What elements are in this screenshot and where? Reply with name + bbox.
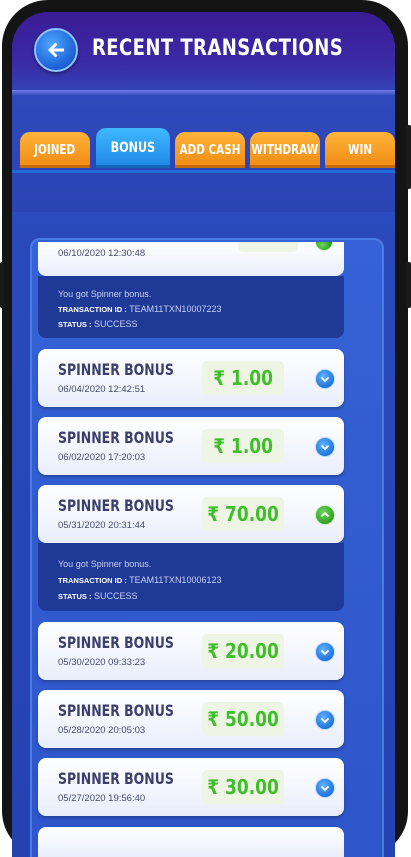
transaction-date: 05/28/2020 20:05:03: [58, 725, 146, 736]
transaction-details: You got Spinner bonus. TRANSACTION ID : …: [38, 543, 344, 611]
transaction-name: SPINNER BONUS: [58, 360, 174, 379]
transaction-name: SPINNER BONUS: [58, 496, 174, 515]
transaction-name: SPINNER BONUS: [58, 701, 174, 720]
expand-button[interactable]: [315, 778, 335, 798]
transaction-date: 05/31/2020 20:31:44: [58, 520, 146, 531]
transaction-card[interactable]: SPINNER BONUS 05/30/2020 09:33:23 ₹ 20.0…: [38, 622, 344, 680]
transaction-amount: ₹ 30.00: [207, 775, 279, 799]
transaction-name: SPINNER BONUS: [58, 769, 174, 788]
detail-transaction-id: TRANSACTION ID : TEAM11TXN10007223: [58, 304, 222, 314]
expand-button[interactable]: [315, 369, 335, 389]
amount-box: ₹ 20.00: [202, 634, 284, 668]
chevron-down-icon: [320, 649, 330, 656]
transaction-list: 06/10/2020 12:30:48 You got Spinner bonu…: [0, 0, 383, 857]
detail-status: STATUS : SUCCESS: [58, 591, 138, 601]
expand-button[interactable]: [315, 437, 335, 457]
transaction-date: 06/10/2020 12:30:48: [58, 248, 146, 259]
transaction-amount: ₹ 50.00: [207, 707, 279, 731]
detail-message: You got Spinner bonus.: [58, 289, 152, 299]
side-button: [406, 125, 411, 189]
detail-status: STATUS : SUCCESS: [58, 319, 138, 329]
transaction-date: 06/04/2020 12:42:51: [58, 384, 146, 395]
amount-box: ₹ 1.00: [202, 361, 284, 395]
transaction-card[interactable]: SPINNER BONUS 06/02/2020 17:20:03 ₹ 1.00: [38, 417, 344, 475]
transaction-card-partial[interactable]: 06/10/2020 12:30:48: [38, 242, 344, 276]
transaction-date: 06/02/2020 17:20:03: [58, 452, 146, 463]
detail-transaction-id: TRANSACTION ID : TEAM11TXN10006123: [58, 575, 222, 585]
transaction-date: 05/27/2020 19:56:40: [58, 793, 146, 804]
expand-button[interactable]: [315, 710, 335, 730]
amount-box: ₹ 1.00: [202, 429, 284, 463]
transaction-amount: ₹ 20.00: [207, 639, 279, 663]
chevron-up-icon: [320, 511, 330, 518]
chevron-up-icon[interactable]: [315, 242, 333, 251]
transaction-details: You got Spinner bonus. TRANSACTION ID : …: [38, 276, 344, 338]
transaction-amount: ₹ 1.00: [213, 434, 273, 458]
transaction-card[interactable]: SPINNER BONUS 06/04/2020 12:42:51 ₹ 1.00: [38, 349, 344, 407]
amount-box: ₹ 70.00: [202, 497, 284, 531]
chevron-down-icon: [320, 376, 330, 383]
chevron-down-icon: [320, 444, 330, 451]
detail-message: You got Spinner bonus.: [58, 559, 152, 569]
chevron-down-icon: [320, 717, 330, 724]
transaction-card[interactable]: SPINNER BONUS 05/27/2020 19:56:40 ₹ 30.0…: [38, 758, 344, 816]
transaction-card[interactable]: SPINNER BONUS 05/28/2020 20:05:03 ₹ 50.0…: [38, 690, 344, 748]
transaction-card[interactable]: SPINNER BONUS 05/31/2020 20:31:44 ₹ 70.0…: [38, 485, 344, 543]
amount-box: ₹ 30.00: [202, 770, 284, 804]
chevron-down-icon: [320, 785, 330, 792]
transaction-name: SPINNER BONUS: [58, 633, 174, 652]
transaction-amount: ₹ 70.00: [207, 502, 279, 526]
collapse-button[interactable]: [315, 505, 335, 525]
transaction-date: 05/30/2020 09:33:23: [58, 657, 146, 668]
amount-box: [238, 242, 298, 252]
expand-button[interactable]: [315, 642, 335, 662]
side-button: [406, 262, 411, 308]
transaction-name: SPINNER BONUS: [58, 428, 174, 447]
transaction-card-partial[interactable]: [38, 827, 344, 857]
amount-box: ₹ 50.00: [202, 702, 284, 736]
transaction-amount: ₹ 1.00: [213, 366, 273, 390]
